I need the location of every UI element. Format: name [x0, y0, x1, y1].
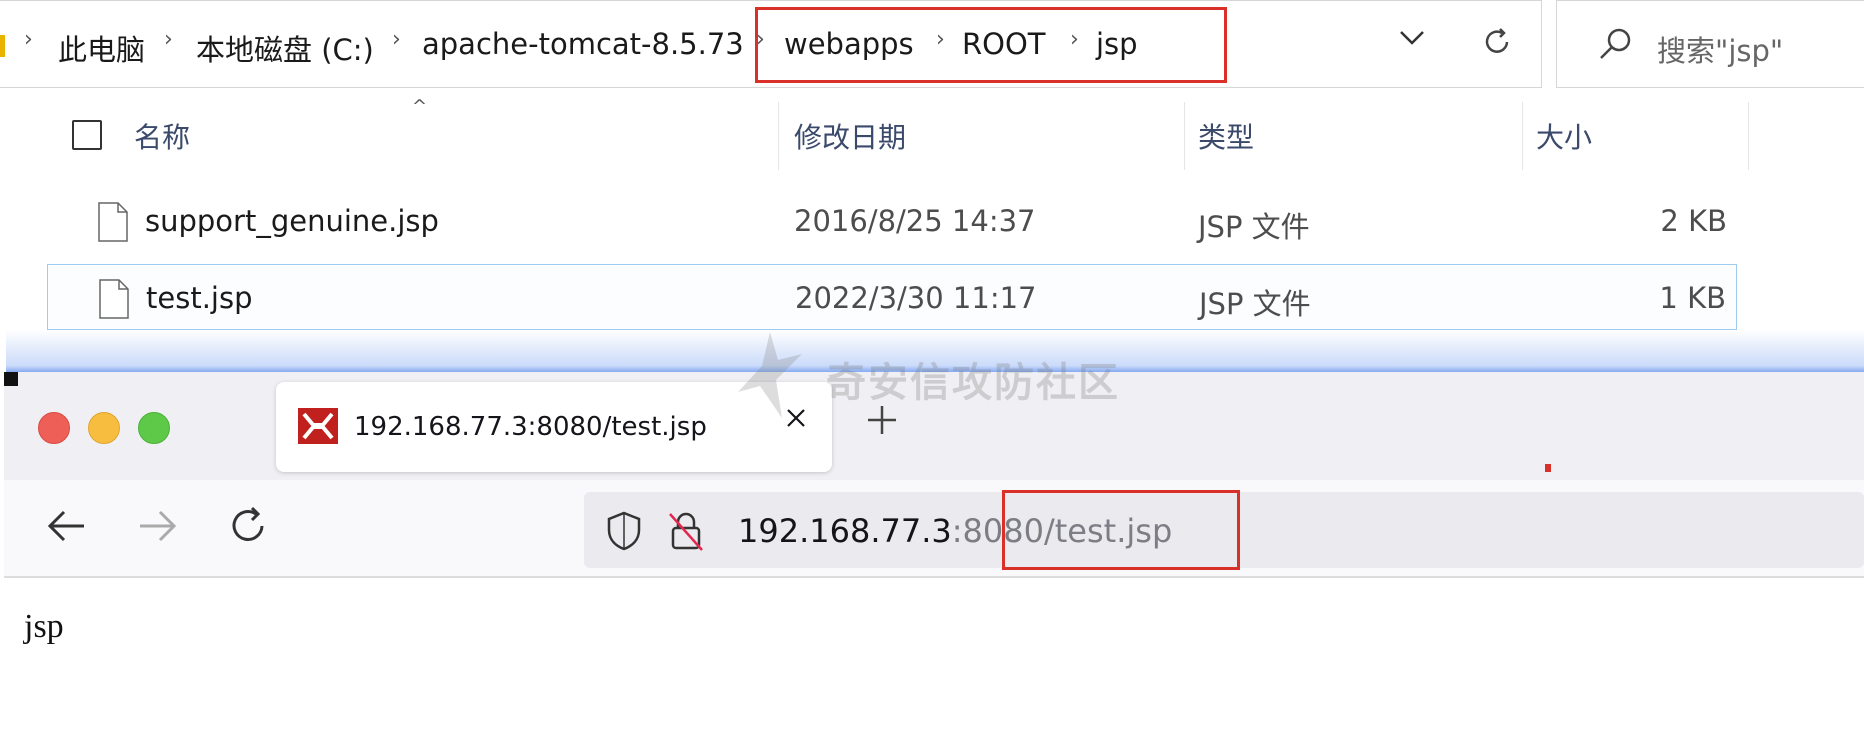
window-edge-glow: [6, 330, 1864, 372]
folder-icon-edge: [0, 35, 5, 57]
tab-strip: 192.168.77.3:8080/test.jsp: [4, 372, 1864, 480]
back-arrow-icon[interactable]: [44, 506, 88, 546]
breadcrumb-tomcat[interactable]: apache-tomcat-8.5.73: [422, 27, 744, 61]
chevron-down-icon[interactable]: [1398, 27, 1426, 47]
file-modified: 2022/3/30 11:17: [795, 281, 1037, 315]
file-type: JSP 文件: [1199, 287, 1311, 321]
window-close-button[interactable]: [38, 412, 70, 444]
navigation-bar: 192.168.77.3:8080/test.jsp: [4, 480, 1864, 578]
insecure-lock-icon[interactable]: [666, 510, 706, 552]
breadcrumb-this-pc[interactable]: 此电脑: [58, 27, 145, 69]
file-type: JSP 文件: [1198, 210, 1310, 244]
tab-title: 192.168.77.3:8080/test.jsp: [354, 412, 707, 442]
plus-icon[interactable]: [864, 402, 900, 438]
favicon: [298, 408, 338, 444]
column-divider[interactable]: [778, 102, 779, 170]
window-maximize-button[interactable]: [138, 412, 170, 444]
column-name[interactable]: 名称: [134, 116, 190, 156]
column-type[interactable]: 类型: [1198, 116, 1254, 156]
page-content: jsp: [4, 578, 1864, 752]
file-row[interactable]: support_genuine.jsp 2016/8/25 14:37 JSP …: [47, 188, 1737, 254]
column-size[interactable]: 大小: [1536, 116, 1592, 156]
file-icon: [98, 202, 128, 242]
file-name[interactable]: support_genuine.jsp: [145, 204, 439, 238]
chevron-right-icon[interactable]: ›: [164, 27, 173, 52]
search-placeholder: 搜索"jsp": [1657, 34, 1784, 68]
column-divider[interactable]: [1748, 102, 1749, 170]
file-name[interactable]: test.jsp: [146, 281, 252, 315]
window-corner: [4, 372, 18, 386]
tab-active[interactable]: 192.168.77.3:8080/test.jsp: [276, 382, 832, 472]
file-size: 2 KB: [1660, 204, 1727, 238]
breadcrumb-local-disk[interactable]: 本地磁盘 (C:): [196, 27, 374, 69]
path-highlight-box: [755, 7, 1227, 83]
forward-arrow-icon[interactable]: [136, 506, 180, 546]
url-highlight-box: [1002, 490, 1240, 570]
chevron-right-icon[interactable]: ›: [392, 27, 401, 52]
close-icon[interactable]: [782, 404, 810, 432]
column-modified[interactable]: 修改日期: [794, 116, 906, 156]
address-bar[interactable]: › 此电脑 › 本地磁盘 (C:) › apache-tomcat-8.5.73…: [0, 0, 1542, 88]
file-explorer: › 此电脑 › 本地磁盘 (C:) › apache-tomcat-8.5.73…: [0, 0, 1864, 372]
page-text: jsp: [24, 608, 64, 645]
sort-up-icon: ^: [412, 96, 428, 117]
select-all-checkbox[interactable]: [72, 120, 102, 150]
search-icon: [1600, 28, 1631, 59]
search-input[interactable]: 搜索"jsp": [1556, 0, 1864, 88]
window-minimize-button[interactable]: [88, 412, 120, 444]
chevron-right-icon[interactable]: ›: [24, 27, 33, 52]
file-row-selected[interactable]: test.jsp 2022/3/30 11:17 JSP 文件 1 KB: [47, 264, 1737, 330]
file-size: 1 KB: [1659, 281, 1726, 315]
url-host: 192.168.77.3: [738, 512, 952, 550]
column-divider[interactable]: [1184, 102, 1185, 170]
column-divider[interactable]: [1522, 102, 1523, 170]
reload-icon[interactable]: [226, 504, 270, 548]
refresh-icon[interactable]: [1480, 25, 1514, 59]
shield-icon[interactable]: [604, 510, 644, 552]
file-icon: [99, 279, 129, 319]
annotation-mark: [1545, 464, 1551, 472]
file-modified: 2016/8/25 14:37: [794, 204, 1036, 238]
